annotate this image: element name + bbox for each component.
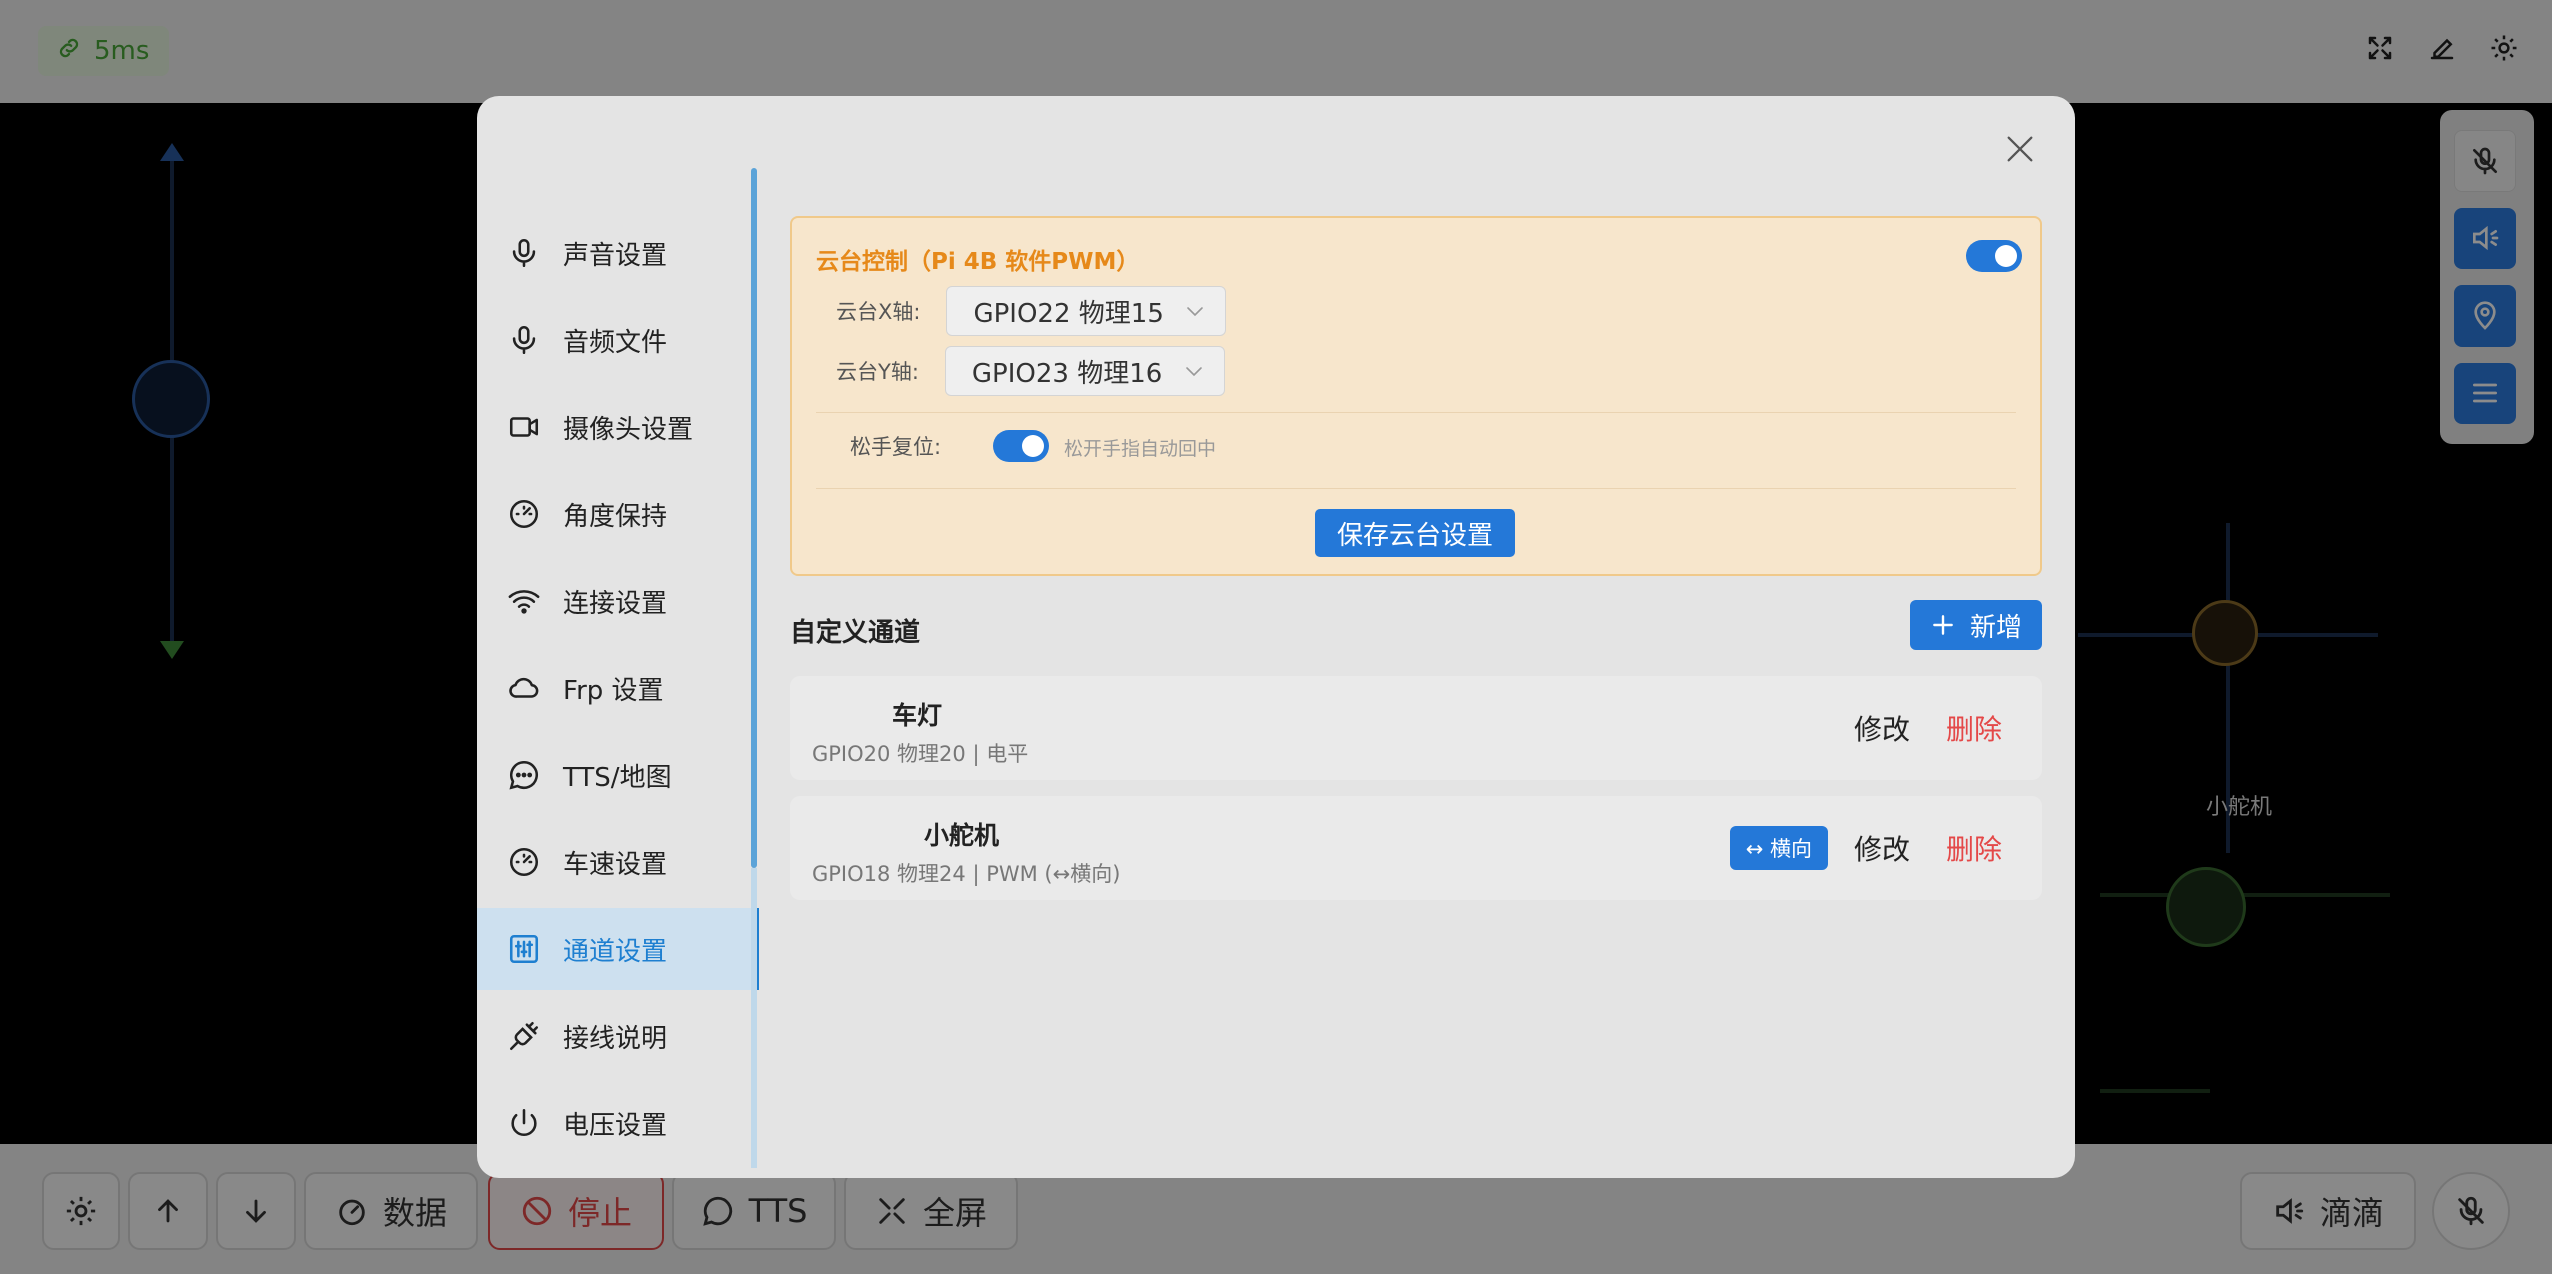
ptz-y-axis-value: GPIO23 物理16: [971, 358, 1163, 389]
sidebar-item-wiring[interactable]: 接线说明: [477, 995, 753, 1077]
ptz-x-axis-select[interactable]: GPIO22 物理15: [946, 286, 1227, 336]
direction-button[interactable]: ↔ 横向: [1729, 826, 1828, 870]
delete-channel-button[interactable]: 删除: [1946, 708, 2002, 748]
camera-icon: [509, 417, 539, 437]
ptz-control-card: 云台控制（Pi 4B 软件PWM） 云台X轴: GPIO22 物理15 云台Y轴…: [790, 216, 2042, 576]
sidebar-item-camera[interactable]: 摄像头设置: [477, 386, 753, 468]
sidebar-item-label: 角度保持: [563, 501, 668, 532]
sidebar-item-label: 音频文件: [563, 327, 668, 358]
close-button[interactable]: [1999, 128, 2041, 170]
ptz-enable-toggle[interactable]: [1966, 240, 2022, 272]
power-icon: [511, 1108, 537, 1137]
sidebar-item-channels[interactable]: 通道设置: [477, 908, 759, 990]
add-channel-label: 新增: [1969, 612, 2022, 643]
ptz-reset-row: 松手复位:: [850, 430, 1050, 462]
ptz-x-axis-row: 云台X轴: GPIO22 物理15: [836, 286, 1227, 336]
ptz-y-axis-label: 云台Y轴:: [836, 360, 919, 384]
ptz-y-axis-row: 云台Y轴: GPIO23 物理16: [836, 346, 1225, 396]
ptz-x-axis-label: 云台X轴:: [836, 300, 921, 324]
sidebar-item-label: 连接设置: [563, 588, 668, 619]
save-ptz-button[interactable]: 保存云台设置: [1315, 509, 1515, 557]
custom-channels-header: 自定义通道 新增: [790, 576, 2042, 676]
sidebar-item-label: 接线说明: [563, 1023, 668, 1054]
microphone-icon: [512, 238, 536, 268]
settings-dialog: 声音设置 音频文件 摄像头设置 角度保持 连接设置 Frp 设置 TTS/地图: [477, 96, 2075, 1178]
divider: [816, 488, 2016, 489]
channel-card: 小舵机 GPIO18 物理24 | PWM (↔横向) ↔ 横向 修改 删除: [790, 796, 2042, 900]
sidebar-item-label: Frp 设置: [563, 675, 664, 706]
sidebar-item-label: 声音设置: [563, 240, 668, 271]
close-icon: [2007, 136, 2033, 162]
sidebar-item-frp[interactable]: Frp 设置: [477, 647, 753, 729]
sidebar-item-label: 摄像头设置: [563, 414, 694, 445]
ptz-reset-toggle[interactable]: [993, 430, 1050, 462]
edit-channel-button[interactable]: 修改: [1854, 828, 1910, 868]
channel-card: 车灯 GPIO20 物理20 | 电平 修改 删除: [790, 676, 2042, 780]
ptz-reset-label: 松手复位:: [850, 435, 942, 459]
ptz-reset-hint: 松开手指自动回中: [1064, 438, 1217, 460]
sidebar-item-tts-map[interactable]: TTS/地图: [477, 734, 753, 816]
ptz-title: 云台控制（Pi 4B 软件PWM）: [816, 249, 1140, 275]
sidebar-item-audio-files[interactable]: 音频文件: [477, 299, 753, 381]
gauge-icon: [509, 847, 539, 877]
add-channel-button[interactable]: 新增: [1910, 600, 2042, 650]
sidebar-item-connection[interactable]: 连接设置: [477, 560, 753, 642]
ptz-x-axis-value: GPIO22 物理15: [973, 298, 1164, 329]
custom-channels-title: 自定义通道: [790, 618, 921, 648]
sidebar-scrollbar[interactable]: [751, 168, 757, 868]
sidebar-item-label: 车速设置: [563, 849, 668, 880]
delete-channel-button[interactable]: 删除: [1946, 828, 2002, 868]
plus-icon: [1933, 615, 1953, 635]
divider: [816, 412, 2016, 413]
settings-sidebar: 声音设置 音频文件 摄像头设置 角度保持 连接设置 Frp 设置 TTS/地图: [477, 168, 759, 1178]
channel-meta: GPIO20 物理20 | 电平: [812, 742, 1029, 766]
sidebar-item-angle-hold[interactable]: 角度保持: [477, 473, 753, 555]
chevron-down-icon: [1186, 367, 1202, 377]
sliders-icon: [509, 934, 539, 964]
ptz-y-axis-select[interactable]: GPIO23 物理16: [944, 346, 1225, 396]
sidebar-item-sound[interactable]: 声音设置: [477, 212, 753, 294]
sidebar-item-label: 通道设置: [563, 936, 668, 967]
microphone-icon: [512, 325, 536, 355]
sidebar-item-label: 电压设置: [563, 1110, 668, 1141]
plug-icon: [509, 1021, 539, 1051]
sidebar-scroll-track: [751, 868, 757, 1168]
chevron-down-icon: [1187, 307, 1204, 317]
cloud-icon: [509, 677, 539, 698]
sidebar-item-speed[interactable]: 车速设置: [477, 821, 753, 903]
sidebar-item-voltage[interactable]: 电压设置: [477, 1082, 753, 1164]
sidebar-item-label: TTS/地图: [563, 762, 672, 793]
channel-meta: GPIO18 物理24 | PWM (↔横向): [812, 862, 1121, 886]
channel-name: 车灯: [892, 701, 943, 730]
channel-name: 小舵机: [924, 821, 1000, 850]
chat-icon: [509, 760, 538, 790]
edit-channel-button[interactable]: 修改: [1854, 708, 1910, 748]
wifi-icon: [508, 590, 540, 614]
gauge-icon: [509, 499, 539, 529]
channel-settings-panel: 云台控制（Pi 4B 软件PWM） 云台X轴: GPIO22 物理15 云台Y轴…: [790, 216, 2042, 916]
